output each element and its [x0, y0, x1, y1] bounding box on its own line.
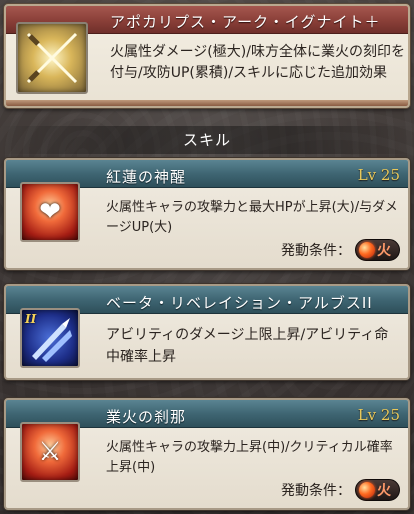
element-label: 火 — [377, 483, 391, 499]
skill-level: Lv 25 — [357, 406, 400, 424]
ougi-divider — [6, 100, 408, 106]
skill-name: 紅蓮の神醒 — [106, 168, 187, 186]
fire-blade-icon: ⚔ — [20, 422, 80, 482]
ougi-panel: アポカリプス・アーク・イグナイト＋ 火属性ダメージ(極大)/味方全体に業火の刻印… — [4, 4, 410, 108]
fire-element-badge: 火 — [355, 479, 400, 501]
skill-rank-badge: II — [25, 312, 37, 326]
ougi-title: アポカリプス・アーク・イグナイト＋ — [110, 13, 381, 31]
skill-card[interactable]: 業火の刹那 Lv 25 ⚔ 火属性キャラの攻撃力上昇(中)/クリティカル確率上昇… — [4, 398, 410, 510]
fire-element-badge: 火 — [355, 239, 400, 261]
crossed-blades-icon — [16, 22, 88, 94]
skill-card[interactable]: ベータ・リベレイション・アルブスII II アビリティのダメージ上限上昇/アビリ… — [4, 284, 410, 380]
trigger-label: 発動条件： — [281, 243, 351, 259]
skills-section-header: スキル — [0, 126, 414, 154]
skill-name: ベータ・リベレイション・アルブスII — [106, 294, 373, 312]
element-label: 火 — [377, 243, 391, 259]
fire-orb-icon — [359, 482, 375, 498]
skill-description: アビリティのダメージ上限上昇/アビリティ命中確率上昇 — [106, 327, 389, 365]
ougi-description: 火属性ダメージ(極大)/味方全体に業火の刻印を付与/攻防UP(累積)/スキルに応… — [110, 44, 405, 81]
blue-arrows-icon: II — [20, 308, 80, 368]
skill-name: 業火の刹那 — [106, 408, 187, 426]
trigger-condition: 発動条件： 火 — [281, 479, 400, 501]
trigger-condition: 発動条件： 火 — [281, 239, 400, 261]
fire-heart-icon: ❤ — [20, 182, 80, 242]
skill-level: Lv 25 — [357, 166, 400, 184]
fire-orb-icon — [359, 242, 375, 258]
skill-card[interactable]: 紅蓮の神醒 Lv 25 ❤ 火属性キャラの攻撃力と最大HPが上昇(大)/与ダメー… — [4, 158, 410, 270]
skill-description: 火属性キャラの攻撃力上昇(中)/クリティカル確率上昇(中) — [106, 440, 393, 475]
skill-description: 火属性キャラの攻撃力と最大HPが上昇(大)/与ダメージUP(大) — [106, 200, 398, 235]
trigger-label: 発動条件： — [281, 483, 351, 499]
